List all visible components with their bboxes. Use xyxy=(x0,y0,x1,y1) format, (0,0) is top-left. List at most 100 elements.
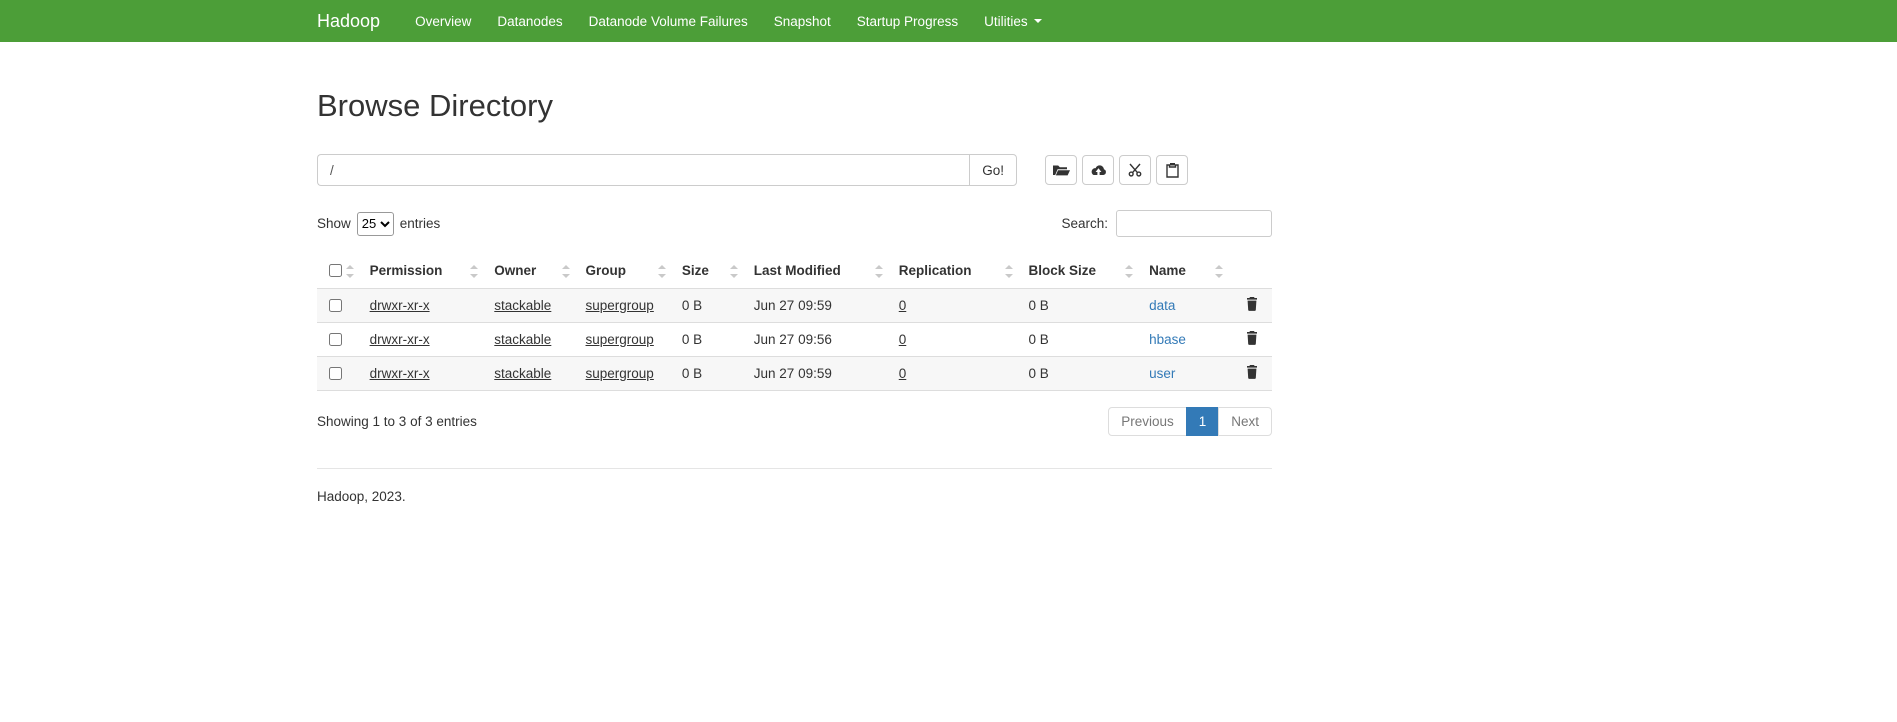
size-cell: 0 B xyxy=(674,289,746,323)
select-all-checkbox[interactable] xyxy=(329,264,342,277)
block-size-cell: 0 B xyxy=(1021,323,1142,357)
col-permission-label: Permission xyxy=(370,263,443,278)
search-label: Search: xyxy=(1061,216,1108,231)
go-button[interactable]: Go! xyxy=(969,154,1017,186)
caret-down-icon xyxy=(1034,19,1042,23)
table-footer: Showing 1 to 3 of 3 entries Previous 1 N… xyxy=(317,407,1272,436)
col-block-size[interactable]: Block Size xyxy=(1021,253,1142,289)
search-control: Search: xyxy=(1061,210,1272,237)
previous-page-button[interactable]: Previous xyxy=(1108,407,1187,436)
folder-open-icon xyxy=(1053,164,1070,177)
replication-cell[interactable]: 0 xyxy=(899,332,907,347)
clipboard-icon xyxy=(1166,163,1179,178)
last-modified-cell: Jun 27 09:56 xyxy=(746,323,891,357)
name-link[interactable]: user xyxy=(1149,366,1175,381)
file-action-buttons xyxy=(1045,155,1188,185)
nav-item-startup-progress[interactable]: Startup Progress xyxy=(844,0,971,42)
scissors-icon xyxy=(1128,163,1142,177)
replication-cell[interactable]: 0 xyxy=(899,366,907,381)
directory-table: Permission Owner Group Size Last Modifie… xyxy=(317,253,1272,391)
sort-icon xyxy=(875,265,883,278)
col-group-label: Group xyxy=(586,263,627,278)
cut-button[interactable] xyxy=(1119,155,1151,185)
sort-icon xyxy=(658,265,666,278)
owner-cell[interactable]: stackable xyxy=(494,332,551,347)
navbar: Hadoop Overview Datanodes Datanode Volum… xyxy=(0,0,1897,42)
col-last-modified-label: Last Modified xyxy=(754,263,841,278)
sort-icon xyxy=(346,265,354,278)
table-controls: Show 25 entries Search: xyxy=(317,210,1272,237)
table-row: drwxr-xr-x stackable supergroup 0 B Jun … xyxy=(317,357,1272,391)
owner-cell[interactable]: stackable xyxy=(494,366,551,381)
col-name[interactable]: Name xyxy=(1141,253,1231,289)
last-modified-cell: Jun 27 09:59 xyxy=(746,357,891,391)
show-entries-control: Show 25 entries xyxy=(317,212,440,236)
nav-item-datanodes[interactable]: Datanodes xyxy=(484,0,575,42)
block-size-cell: 0 B xyxy=(1021,357,1142,391)
nav-item-datanode-volume-failures[interactable]: Datanode Volume Failures xyxy=(576,0,761,42)
path-input[interactable] xyxy=(317,154,969,186)
table-row: drwxr-xr-x stackable supergroup 0 B Jun … xyxy=(317,289,1272,323)
permission-cell[interactable]: drwxr-xr-x xyxy=(370,332,430,347)
row-checkbox[interactable] xyxy=(329,367,342,380)
sort-icon xyxy=(1215,265,1223,278)
permission-cell[interactable]: drwxr-xr-x xyxy=(370,366,430,381)
upload-files-button[interactable] xyxy=(1082,155,1114,185)
search-input[interactable] xyxy=(1116,210,1272,237)
name-link[interactable]: hbase xyxy=(1149,332,1186,347)
delete-button[interactable] xyxy=(1246,297,1258,314)
last-modified-cell: Jun 27 09:59 xyxy=(746,289,891,323)
row-checkbox[interactable] xyxy=(329,333,342,346)
group-cell[interactable]: supergroup xyxy=(586,366,654,381)
row-checkbox[interactable] xyxy=(329,299,342,312)
size-cell: 0 B xyxy=(674,357,746,391)
col-block-size-label: Block Size xyxy=(1029,263,1097,278)
col-replication[interactable]: Replication xyxy=(891,253,1021,289)
owner-cell[interactable]: stackable xyxy=(494,298,551,313)
page-1-button[interactable]: 1 xyxy=(1186,407,1220,436)
create-directory-button[interactable] xyxy=(1045,155,1077,185)
utilities-label: Utilities xyxy=(984,14,1028,29)
nav-item-utilities[interactable]: Utilities xyxy=(971,0,1055,42)
cloud-upload-icon xyxy=(1090,164,1107,177)
group-cell[interactable]: supergroup xyxy=(586,332,654,347)
table-header-row: Permission Owner Group Size Last Modifie… xyxy=(317,253,1272,289)
name-link[interactable]: data xyxy=(1149,298,1175,313)
sort-icon xyxy=(562,265,570,278)
path-row: Go! xyxy=(317,154,1272,186)
content-container: Browse Directory Go! xyxy=(317,88,1272,564)
next-page-button[interactable]: Next xyxy=(1218,407,1272,436)
size-cell: 0 B xyxy=(674,323,746,357)
entries-select[interactable]: 25 xyxy=(357,212,394,236)
sort-icon xyxy=(730,265,738,278)
nav-item-snapshot[interactable]: Snapshot xyxy=(761,0,844,42)
col-group[interactable]: Group xyxy=(578,253,674,289)
col-owner-label: Owner xyxy=(494,263,536,278)
col-replication-label: Replication xyxy=(899,263,972,278)
group-cell[interactable]: supergroup xyxy=(586,298,654,313)
paste-button[interactable] xyxy=(1156,155,1188,185)
nav-item-overview[interactable]: Overview xyxy=(402,0,484,42)
path-input-group: Go! xyxy=(317,154,1017,186)
delete-button[interactable] xyxy=(1246,365,1258,382)
delete-button[interactable] xyxy=(1246,331,1258,348)
brand-link[interactable]: Hadoop xyxy=(317,11,380,32)
col-actions xyxy=(1231,253,1272,289)
col-size-label: Size xyxy=(682,263,709,278)
footer-text: Hadoop, 2023. xyxy=(317,489,1272,564)
pagination: Previous 1 Next xyxy=(1109,407,1272,436)
col-last-modified[interactable]: Last Modified xyxy=(746,253,891,289)
permission-cell[interactable]: drwxr-xr-x xyxy=(370,298,430,313)
replication-cell[interactable]: 0 xyxy=(899,298,907,313)
show-label: Show xyxy=(317,216,351,231)
table-row: drwxr-xr-x stackable supergroup 0 B Jun … xyxy=(317,323,1272,357)
entries-label: entries xyxy=(400,216,441,231)
page-title: Browse Directory xyxy=(317,88,1272,124)
col-select-all[interactable] xyxy=(317,253,362,289)
entries-summary: Showing 1 to 3 of 3 entries xyxy=(317,414,477,429)
col-permission[interactable]: Permission xyxy=(362,253,487,289)
sort-icon xyxy=(1125,265,1133,278)
col-owner[interactable]: Owner xyxy=(486,253,577,289)
col-name-label: Name xyxy=(1149,263,1186,278)
col-size[interactable]: Size xyxy=(674,253,746,289)
